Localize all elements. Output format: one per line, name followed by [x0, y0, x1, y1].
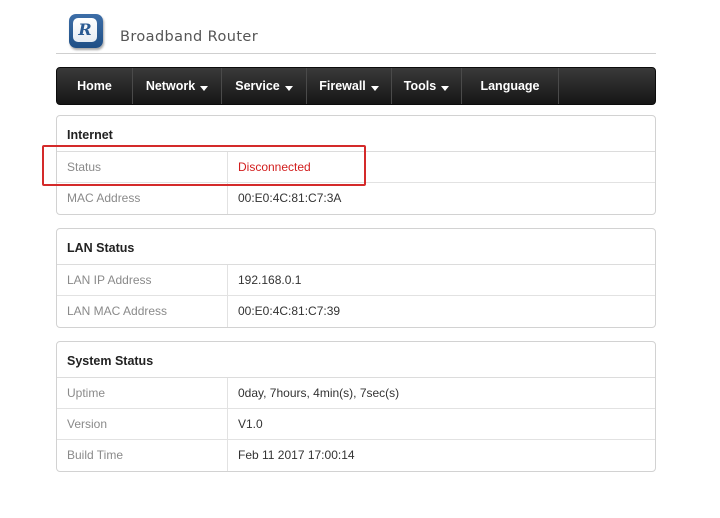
- uptime-value: 0day, 7hours, 4min(s), 7sec(s): [238, 386, 400, 400]
- table-row: LAN IP Address 192.168.0.1: [57, 265, 655, 296]
- table-row: Build Time Feb 11 2017 17:00:14: [57, 440, 655, 471]
- nav-tools[interactable]: Tools: [392, 68, 462, 104]
- lan-ip-label: LAN IP Address: [57, 265, 228, 295]
- system-status-panel: System Status Uptime 0day, 7hours, 4min(…: [56, 341, 656, 472]
- lan-ip-value: 192.168.0.1: [238, 273, 302, 287]
- nav-tools-label: Tools: [403, 79, 437, 93]
- logo-letter: R: [73, 18, 97, 42]
- internet-panel: Internet Status Disconnected MAC Address…: [56, 115, 656, 215]
- nav-service-label: Service: [235, 79, 280, 93]
- nav-firewall[interactable]: Firewall: [307, 68, 392, 104]
- brand-title: Broadband Router: [120, 29, 259, 45]
- table-row: Version V1.0: [57, 409, 655, 440]
- uptime-label: Uptime: [57, 378, 228, 408]
- nav-language[interactable]: Language: [462, 68, 559, 104]
- lan-mac-value: 00:E0:4C:81:C7:39: [238, 304, 341, 318]
- build-time-value: Feb 11 2017 17:00:14: [238, 448, 355, 462]
- mac-address-label: MAC Address: [57, 183, 228, 214]
- main-navbar: Home Network Service Firewall Tools Lang…: [56, 67, 656, 105]
- lan-mac-label: LAN MAC Address: [57, 296, 228, 327]
- chevron-down-icon: [441, 86, 450, 91]
- lan-status-panel: LAN Status LAN IP Address 192.168.0.1 LA…: [56, 228, 656, 328]
- page-header: R Broadband Router: [56, 10, 656, 54]
- table-row: LAN MAC Address 00:E0:4C:81:C7:39: [57, 296, 655, 327]
- table-row: Uptime 0day, 7hours, 4min(s), 7sec(s): [57, 378, 655, 409]
- mac-address-value: 00:E0:4C:81:C7:3A: [238, 191, 342, 205]
- chevron-down-icon: [370, 86, 379, 91]
- nav-language-label: Language: [480, 79, 540, 93]
- router-logo-icon: R: [69, 14, 103, 48]
- chevron-down-icon: [200, 86, 209, 91]
- nav-firewall-label: Firewall: [319, 79, 366, 93]
- build-time-label: Build Time: [57, 440, 228, 471]
- version-label: Version: [57, 409, 228, 439]
- table-row: MAC Address 00:E0:4C:81:C7:3A: [57, 183, 655, 214]
- chevron-down-icon: [284, 86, 293, 91]
- nav-service[interactable]: Service: [222, 68, 307, 104]
- version-value: V1.0: [238, 417, 263, 431]
- nav-home[interactable]: Home: [57, 68, 133, 104]
- lan-status-title: LAN Status: [57, 229, 655, 265]
- status-label: Status: [57, 152, 228, 182]
- nav-home-label: Home: [77, 79, 112, 93]
- table-row: Status Disconnected: [57, 152, 655, 183]
- nav-network[interactable]: Network: [133, 68, 222, 104]
- internet-title: Internet: [57, 116, 655, 152]
- status-value: Disconnected: [238, 160, 311, 174]
- system-status-title: System Status: [57, 342, 655, 378]
- nav-network-label: Network: [145, 79, 196, 93]
